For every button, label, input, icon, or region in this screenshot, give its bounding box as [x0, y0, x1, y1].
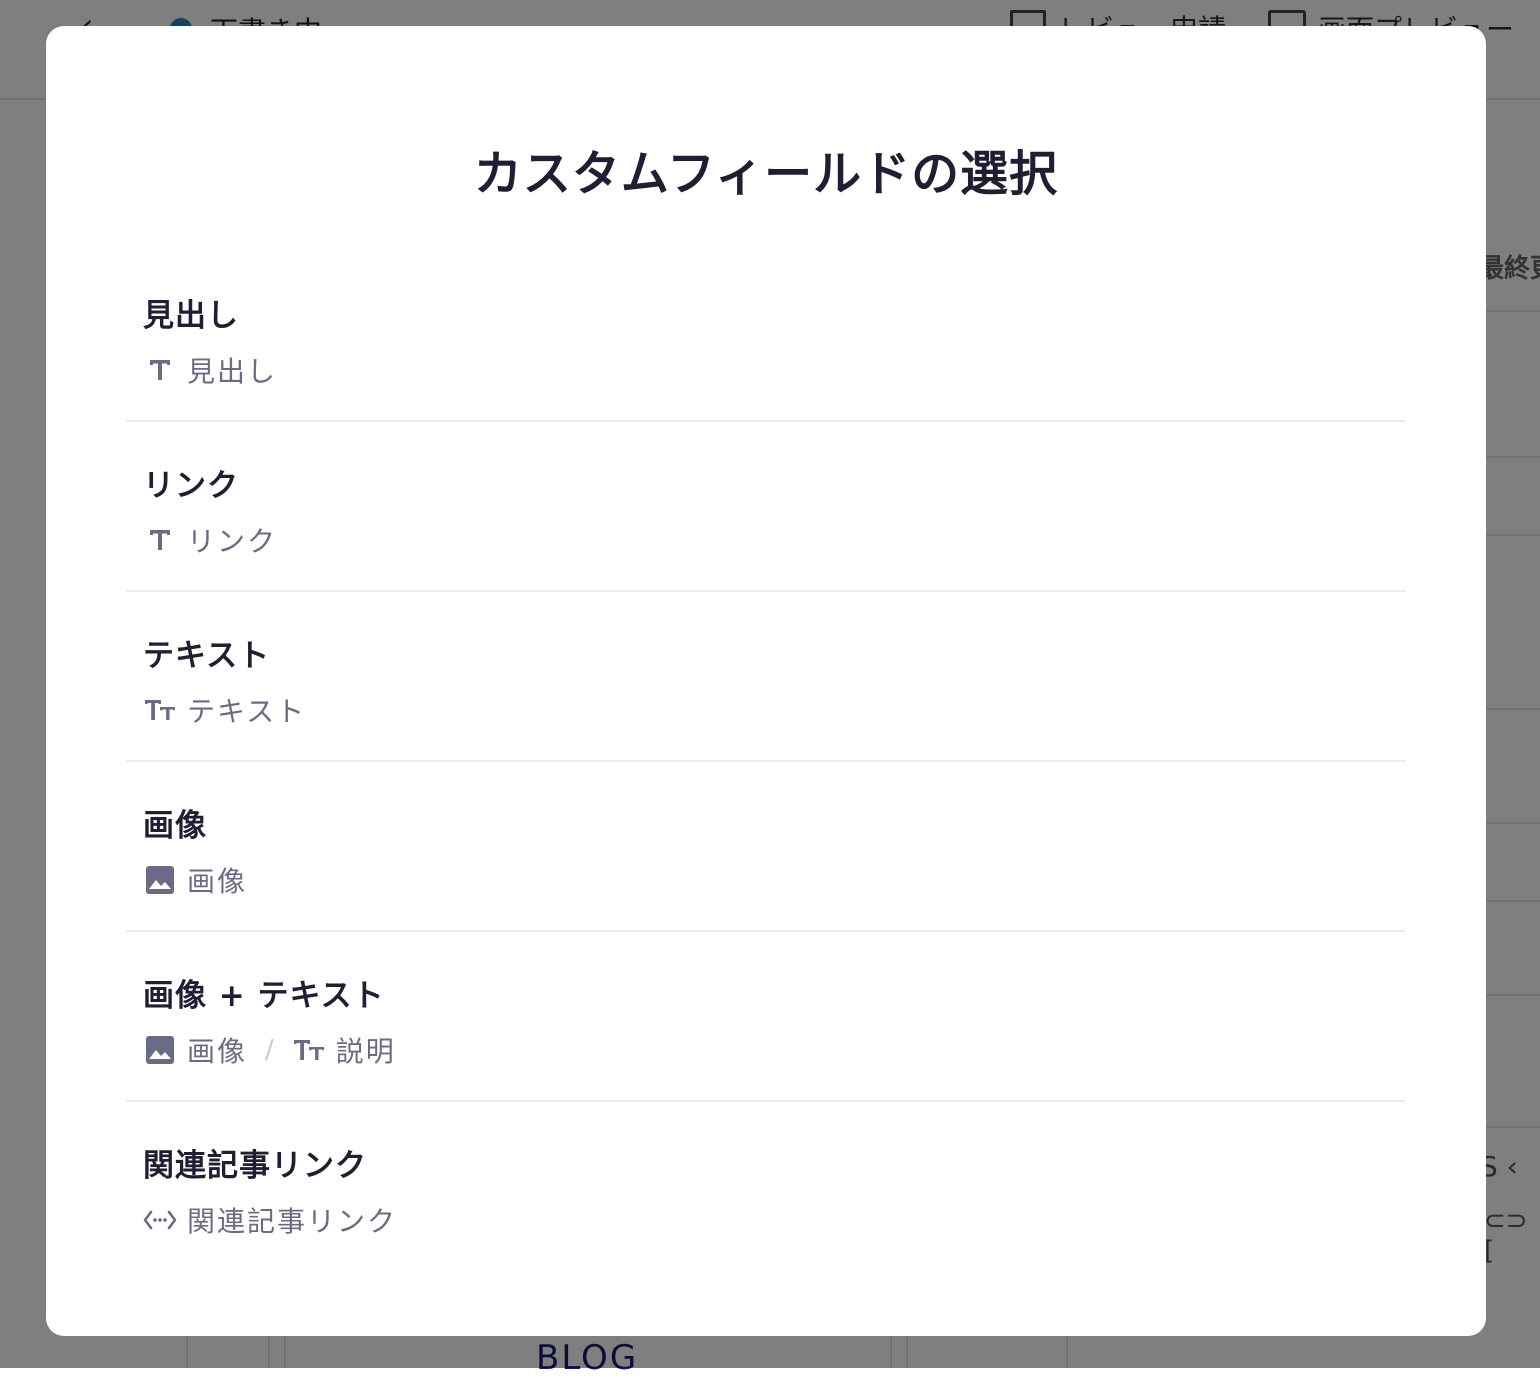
field-list: 見出し 見出し リンク リンク テキスト テキスト 画像 画像 画像 + テキスト 画像 / 説明 関連…	[126, 252, 1406, 1272]
field-option-name: リンク	[143, 468, 239, 504]
field-part-label: 画像	[187, 1035, 248, 1068]
field-part-label: 説明	[335, 1035, 396, 1068]
rich-text-icon	[292, 1033, 326, 1067]
field-option-composition: 見出し	[143, 350, 277, 390]
field-option[interactable]: テキスト テキスト	[126, 592, 1406, 762]
field-option-name: 関連記事リンク	[143, 1148, 367, 1184]
image-icon	[143, 863, 177, 897]
text-icon	[143, 523, 177, 557]
field-part-label: リンク	[187, 525, 278, 558]
relation-icon	[143, 1203, 177, 1237]
text-icon	[143, 353, 177, 387]
field-option[interactable]: リンク リンク	[126, 422, 1406, 592]
field-option-name: 見出し	[143, 298, 239, 334]
field-option[interactable]: 関連記事リンク 関連記事リンク	[126, 1102, 1406, 1272]
field-part: テキスト	[143, 690, 306, 730]
field-option-name: 画像	[143, 808, 207, 844]
field-part: 関連記事リンク	[143, 1200, 397, 1240]
field-option-composition: リンク	[143, 520, 277, 560]
rich-text-icon	[143, 693, 177, 727]
field-part-label: テキスト	[187, 695, 307, 728]
separator: /	[265, 1035, 274, 1065]
field-option[interactable]: 画像 + テキスト画像 / 説明	[126, 932, 1406, 1102]
field-option-composition: 画像	[143, 860, 247, 900]
field-option[interactable]: 画像 画像	[126, 762, 1406, 932]
field-option-composition: テキスト	[143, 690, 306, 730]
modal-title: カスタムフィールドの選択	[473, 146, 1059, 202]
custom-field-select-modal: カスタムフィールドの選択 見出し 見出し リンク リンク テキスト テキスト 画像 画像 画像 …	[46, 26, 1486, 1336]
field-option-name: テキスト	[143, 638, 271, 674]
image-icon	[143, 1033, 177, 1067]
field-part: リンク	[143, 520, 277, 560]
field-part: 説明	[292, 1030, 396, 1070]
field-option-composition: 画像 / 説明	[143, 1030, 396, 1070]
field-part: 見出し	[143, 350, 277, 390]
field-part: 画像	[143, 860, 247, 900]
field-option-composition: 関連記事リンク	[143, 1200, 397, 1240]
field-part: 画像	[143, 1030, 247, 1070]
field-part-label: 見出し	[187, 355, 278, 388]
field-option[interactable]: 見出し 見出し	[126, 252, 1406, 422]
field-part-label: 画像	[187, 865, 248, 898]
field-option-name: 画像 + テキスト	[143, 978, 385, 1014]
field-part-label: 関連記事リンク	[187, 1205, 398, 1238]
